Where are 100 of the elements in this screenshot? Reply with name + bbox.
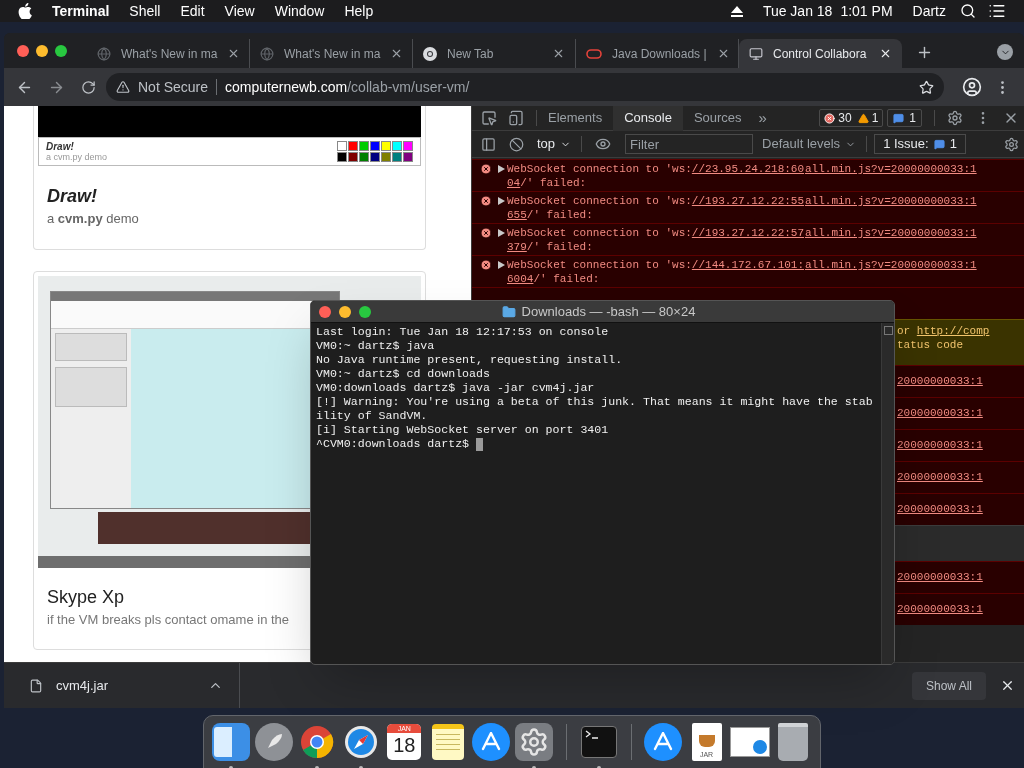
eject-icon[interactable] [730, 5, 743, 17]
palette-swatch[interactable] [337, 141, 347, 151]
expand-triangle-icon[interactable] [498, 229, 505, 237]
download-item[interactable]: cvm4j.jar [4, 662, 240, 708]
source-link[interactable]: all.min.js?v=20000000033:1 [805, 226, 977, 240]
issue-counter[interactable]: 30 1 [819, 109, 884, 127]
palette-swatch[interactable] [348, 152, 358, 162]
screenshot-icon[interactable] [729, 727, 770, 757]
palette-swatch[interactable] [403, 152, 413, 162]
palette-swatch[interactable] [337, 152, 347, 162]
source-link[interactable]: 20000000033:1 [897, 503, 983, 515]
clear-console-icon[interactable] [509, 136, 524, 152]
url-link[interactable]: //193.27.12.22:57 [691, 227, 805, 239]
expand-triangle-icon[interactable] [498, 197, 505, 205]
zoom-window-button[interactable] [359, 305, 371, 318]
minimize-window-button[interactable] [339, 305, 351, 318]
live-expression-icon[interactable] [595, 136, 612, 152]
url-link[interactable]: //193.27.12.22:55 [691, 195, 805, 207]
sidebar-toggle-icon[interactable] [481, 136, 496, 152]
menu-bar-time[interactable]: 1:01 PM [840, 0, 893, 22]
bookmark-star-icon[interactable] [919, 79, 934, 95]
settings-icon[interactable] [947, 110, 963, 126]
filter-field[interactable]: Filter [625, 134, 754, 154]
close-window-button[interactable] [17, 44, 29, 57]
search-icon[interactable] [960, 3, 976, 19]
reload-icon[interactable] [81, 79, 96, 95]
source-link[interactable]: 20000000033:1 [897, 471, 983, 483]
log-levels-dropdown[interactable]: Default levels [762, 134, 857, 154]
demo-card[interactable]: Draw! a cvm.py demo Draw! a cvm.py demo [33, 106, 426, 250]
close-window-button[interactable] [319, 305, 331, 318]
app-store-icon[interactable] [472, 723, 511, 761]
palette-swatch[interactable] [370, 152, 380, 162]
issues-button[interactable]: 1 Issue: 1 [874, 134, 966, 154]
url-link[interactable]: //144.172.67.101: [691, 259, 805, 271]
source-link[interactable]: all.min.js?v=20000000033:1 [805, 258, 977, 272]
apple-logo-icon[interactable] [18, 3, 32, 19]
palette-swatch[interactable] [392, 141, 402, 151]
menu-item[interactable]: Help [344, 0, 374, 22]
palette-swatch[interactable] [392, 152, 402, 162]
new-tab-icon[interactable] [916, 44, 933, 61]
finder-icon[interactable] [211, 723, 250, 761]
profile-icon[interactable] [962, 77, 982, 97]
zoom-window-button[interactable] [55, 44, 67, 57]
message-counter[interactable]: 1 [887, 109, 922, 127]
error-icon [824, 112, 836, 124]
address-bar[interactable]: Not Secure computernewb.com/collab-vm/user-vm/ [106, 73, 944, 101]
source-link[interactable]: 20000000033:1 [897, 407, 983, 419]
menu-bar-date[interactable]: Tue Jan 18 [762, 0, 833, 22]
source-link[interactable]: 20000000033:1 [897, 439, 983, 451]
palette-swatch[interactable] [381, 152, 391, 162]
app-store-icon[interactable] [644, 723, 683, 761]
expand-triangle-icon[interactable] [498, 165, 505, 173]
source-link[interactable]: 20000000033:1 [897, 375, 983, 387]
source-link[interactable]: all.min.js?v=20000000033:1 [805, 162, 977, 176]
menu-item[interactable]: Window [274, 0, 325, 22]
app-menu[interactable]: Terminal [52, 0, 110, 22]
close-tab-icon[interactable] [552, 47, 565, 60]
message-count: 1 [909, 110, 916, 127]
menu-item[interactable]: Shell [129, 0, 161, 22]
console-settings-icon[interactable] [1004, 136, 1019, 152]
list-icon[interactable] [988, 2, 1006, 20]
trash-icon[interactable] [778, 723, 809, 761]
inspect-icon[interactable] [481, 110, 497, 126]
palette-swatch[interactable] [348, 141, 358, 151]
source-link[interactable]: 20000000033:1 [897, 603, 983, 615]
source-link[interactable]: all.min.js?v=20000000033:1 [805, 194, 977, 208]
more-tabs-button[interactable]: » [758, 106, 767, 130]
close-icon[interactable] [1000, 678, 1015, 693]
tab-search-button[interactable] [997, 44, 1013, 60]
palette-swatch[interactable] [403, 141, 413, 151]
scrollbar[interactable] [881, 323, 894, 664]
url-link[interactable]: 655 [507, 209, 527, 221]
menu-item[interactable]: Edit [180, 0, 205, 22]
expand-triangle-icon[interactable] [498, 261, 505, 269]
user-name[interactable]: Dartz [912, 0, 946, 22]
minimize-window-button[interactable] [36, 44, 48, 57]
palette-swatch[interactable] [359, 152, 369, 162]
palette-swatch[interactable] [381, 141, 391, 151]
notepad-icon[interactable] [431, 724, 464, 760]
devtools-tab[interactable]: Sources [682, 106, 753, 131]
browser-tab[interactable]: Control Collabora [739, 39, 902, 68]
palette-swatch[interactable] [370, 141, 380, 151]
show-all-button[interactable]: Show All [911, 671, 986, 700]
rocket-icon[interactable] [255, 723, 294, 761]
devtools-tab[interactable]: Elements [537, 106, 614, 131]
error-icon [480, 259, 492, 271]
close-tab-icon[interactable] [879, 47, 892, 60]
menu-item[interactable]: View [224, 0, 255, 22]
url-link[interactable]: //23.95.24.218:60 [691, 163, 805, 175]
url-link[interactable]: 04 [507, 177, 521, 189]
terminal-icon[interactable] [580, 726, 617, 758]
source-link[interactable]: 20000000033:1 [897, 571, 983, 583]
devtools-tab[interactable]: Console [613, 106, 683, 131]
context-selector[interactable]: top [537, 134, 572, 154]
url-link[interactable]: 379 [507, 241, 527, 253]
palette-swatch[interactable] [359, 141, 369, 151]
device-toolbar-icon[interactable] [508, 110, 524, 126]
gear-icon[interactable] [515, 723, 554, 761]
url-link[interactable]: http://comp [916, 325, 990, 337]
url-link[interactable]: 6004 [507, 273, 534, 285]
